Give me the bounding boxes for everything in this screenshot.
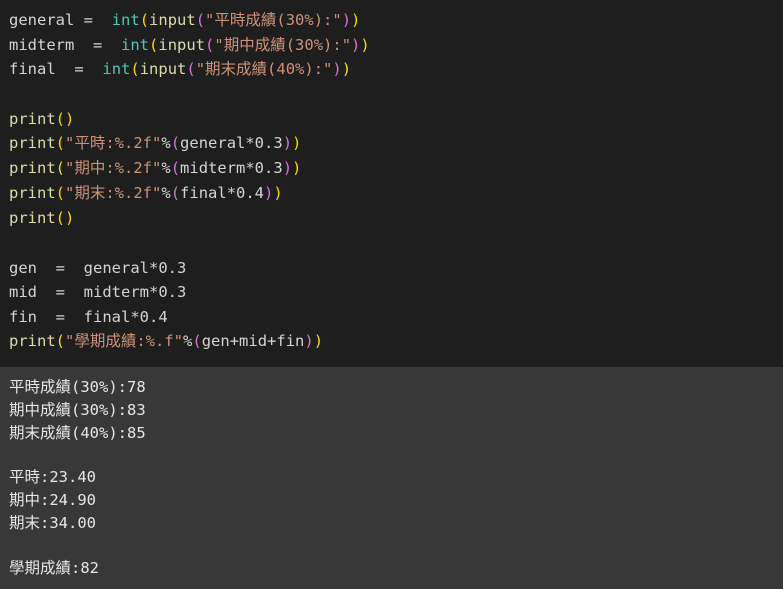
code-line-1: general = int(input("平時成績(30%):")) bbox=[9, 8, 360, 32]
code-line-14: print("學期成績:%.f"%(gen+mid+fin)) bbox=[9, 329, 323, 353]
code-line-3: final = int(input("期末成績(40%):")) bbox=[9, 57, 351, 81]
code-line-11: gen = general*0.3 bbox=[9, 256, 186, 280]
code-token-paren: ) bbox=[292, 159, 302, 177]
code-token-op: = bbox=[83, 11, 94, 29]
code-token-op: % bbox=[161, 184, 171, 202]
code-token-op: % bbox=[161, 159, 171, 177]
code-token-paren: ( bbox=[130, 60, 140, 78]
code-token-paren: ( bbox=[170, 184, 181, 202]
code-line-13: fin = final*0.4 bbox=[9, 305, 168, 329]
code-token-paren: ) bbox=[273, 184, 283, 202]
code-line-5: print() bbox=[9, 107, 74, 131]
code-token-paren: ( bbox=[149, 36, 159, 54]
code-token-paren: ( bbox=[55, 332, 66, 350]
output-line: 期中成績(30%):83 bbox=[9, 401, 146, 419]
code-token-func: print bbox=[9, 134, 56, 152]
code-token-paren: ( bbox=[205, 36, 215, 54]
code-token-var: gen bbox=[9, 259, 37, 277]
code-token-paren: ) bbox=[292, 134, 302, 152]
code-token-func: input bbox=[139, 60, 187, 78]
code-token-expr: general*0.3 bbox=[83, 259, 187, 277]
code-token-paren: ) bbox=[341, 60, 352, 78]
code-token-string: "期末:%.2f" bbox=[65, 184, 162, 202]
code-token-string: "學期成績:%.f" bbox=[65, 332, 184, 350]
code-token-type: int bbox=[121, 36, 150, 54]
code-token-paren: ) bbox=[351, 36, 361, 54]
code-token-op: = bbox=[74, 60, 84, 78]
code-token-paren: ) bbox=[313, 332, 324, 350]
code-token-string: "期中:%.2f" bbox=[65, 159, 162, 177]
code-token-func: print bbox=[9, 159, 56, 177]
code-token-op: = bbox=[93, 36, 103, 54]
code-line-8: print("期末:%.2f"%(final*0.4)) bbox=[9, 181, 283, 205]
code-token-paren: ) bbox=[360, 36, 370, 54]
output-line: 學期成績:82 bbox=[9, 559, 99, 577]
code-token-paren: ) bbox=[351, 11, 361, 29]
code-line-2: midterm = int(input("期中成績(30%):")) bbox=[9, 33, 370, 57]
code-token-op bbox=[102, 36, 121, 54]
code-token-paren: ( bbox=[192, 332, 202, 350]
code-token-op: = bbox=[37, 308, 84, 326]
code-token-paren: ( bbox=[55, 184, 66, 202]
code-token-var: fin bbox=[9, 308, 37, 326]
code-token-paren: () bbox=[55, 209, 75, 227]
code-token-func: print bbox=[9, 332, 56, 350]
code-token-var: final bbox=[9, 60, 56, 78]
code-token-func: input bbox=[158, 36, 206, 54]
code-token-func: print bbox=[9, 184, 56, 202]
code-token-op: = bbox=[37, 283, 84, 301]
code-token-op: % bbox=[161, 134, 171, 152]
code-token-paren: ) bbox=[304, 332, 314, 350]
code-token-func: print bbox=[9, 209, 56, 227]
code-token-var: general bbox=[9, 11, 75, 29]
code-token-func: input bbox=[149, 11, 196, 29]
code-token-paren: ( bbox=[55, 159, 66, 177]
code-token-op bbox=[93, 11, 112, 29]
code-token-paren: () bbox=[55, 110, 75, 128]
code-token-op bbox=[74, 11, 83, 29]
code-token-var: mid bbox=[9, 283, 37, 301]
code-token-string: "期中成績(30%):" bbox=[214, 36, 352, 54]
code-token-expr: final*0.4 bbox=[83, 308, 168, 326]
code-token-expr: midterm*0.3 bbox=[180, 159, 283, 177]
code-token-expr: final*0.4 bbox=[180, 184, 265, 202]
code-token-expr: gen+mid+fin bbox=[201, 332, 305, 350]
code-token-expr: midterm*0.3 bbox=[83, 283, 187, 301]
code-token-paren: ( bbox=[139, 11, 150, 29]
output-line: 平時:23.40 bbox=[9, 468, 96, 486]
code-token-string: "平時:%.2f" bbox=[65, 134, 162, 152]
code-line-6: print("平時:%.2f"%(general*0.3)) bbox=[9, 131, 301, 155]
code-token-paren: ) bbox=[341, 11, 352, 29]
code-token-string: "平時成績(30%):" bbox=[205, 11, 342, 29]
code-line-7: print("期中:%.2f"%(midterm*0.3)) bbox=[9, 156, 301, 180]
code-token-string: "期末成績(40%):" bbox=[195, 60, 333, 78]
code-token-paren: ( bbox=[195, 11, 206, 29]
code-token-expr: general*0.3 bbox=[180, 134, 283, 152]
code-token-op: = bbox=[37, 259, 84, 277]
code-token-paren: ) bbox=[264, 184, 274, 202]
code-editor[interactable]: general = int(input("平時成績(30%):")) midte… bbox=[0, 0, 783, 367]
output-line: 期中:24.90 bbox=[9, 491, 96, 509]
code-token-paren: ) bbox=[282, 159, 293, 177]
code-token-type: int bbox=[111, 11, 140, 29]
code-token-op bbox=[56, 60, 75, 78]
code-token-paren: ( bbox=[170, 134, 181, 152]
code-token-var: midterm bbox=[9, 36, 75, 54]
output-line: 平時成績(30%):78 bbox=[9, 378, 146, 396]
code-token-op bbox=[74, 36, 93, 54]
code-token-type: int bbox=[102, 60, 131, 78]
code-token-paren: ( bbox=[186, 60, 196, 78]
output-line: 期末成績(40%):85 bbox=[9, 424, 146, 442]
code-token-op: % bbox=[183, 332, 193, 350]
code-line-12: mid = midterm*0.3 bbox=[9, 280, 186, 304]
code-line-9: print() bbox=[9, 206, 74, 230]
code-token-paren: ) bbox=[332, 60, 342, 78]
code-token-paren: ( bbox=[55, 134, 66, 152]
code-token-func: print bbox=[9, 110, 56, 128]
output-panel: 平時成績(30%):78 期中成績(30%):83 期末成績(40%):85 平… bbox=[0, 367, 783, 589]
code-token-op bbox=[84, 60, 103, 78]
code-token-paren: ) bbox=[282, 134, 293, 152]
output-line: 期末:34.00 bbox=[9, 514, 96, 532]
code-token-paren: ( bbox=[170, 159, 181, 177]
